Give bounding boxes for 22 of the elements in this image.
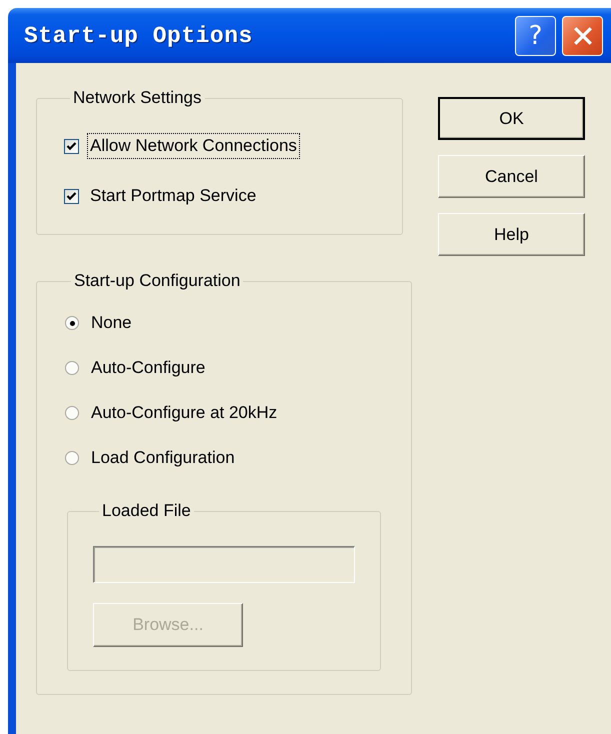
radio-button[interactable] (65, 451, 79, 465)
radio-label[interactable]: Auto-Configure (91, 358, 206, 378)
radio-label[interactable]: Auto-Configure at 20kHz (91, 403, 278, 423)
window-title: Start-up Options (24, 22, 254, 48)
radio-button[interactable] (65, 361, 79, 375)
checkbox[interactable] (64, 138, 79, 154)
close-icon (572, 24, 594, 46)
radio-button[interactable] (65, 316, 79, 330)
dialog-button[interactable]: OK (438, 97, 585, 140)
group-label: Loaded File (101, 501, 192, 521)
radio-button[interactable] (65, 406, 79, 420)
radio-label[interactable]: Load Configuration (91, 448, 235, 468)
group-label: Start-up Configuration (73, 271, 242, 291)
checkbox-label[interactable]: Allow Network Connections (87, 133, 300, 159)
dialog-button[interactable]: Help (438, 213, 585, 256)
checkbox[interactable] (64, 188, 79, 204)
group-label: Network Settings (72, 88, 202, 108)
dialog-button[interactable]: Cancel (438, 155, 585, 198)
radio-label[interactable]: None (91, 313, 132, 333)
checkbox-label[interactable]: Start Portmap Service (87, 183, 260, 209)
help-button[interactable]: ? (515, 16, 556, 56)
close-button[interactable] (562, 16, 603, 56)
